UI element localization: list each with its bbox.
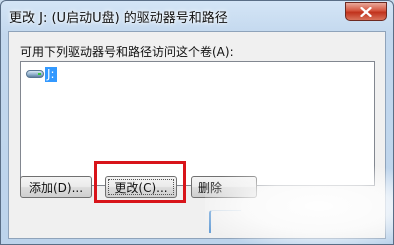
dialog-window: 更改 J: (U启动U盘) 的驱动器号和路径 可用下列驱动器号和路径访问这个卷(… (0, 0, 394, 245)
highlight-annotation (94, 161, 186, 203)
add-button[interactable]: 添加(D)... (20, 176, 92, 198)
watermark-blur (205, 166, 393, 244)
drive-icon (26, 68, 44, 80)
window-title: 更改 J: (U启动U盘) 的驱动器号和路径 (9, 11, 228, 26)
list-item[interactable]: J: (26, 66, 57, 82)
close-button[interactable] (345, 2, 387, 21)
title-bar[interactable]: 更改 J: (U启动U盘) 的驱动器号和路径 (1, 1, 393, 31)
list-item-label: J: (45, 66, 57, 82)
volume-list-label: 可用下列驱动器号和路径访问这个卷(A): (20, 45, 234, 59)
close-icon (360, 6, 372, 17)
dialog-body: 可用下列驱动器号和路径访问这个卷(A): J: 添加(D)... 更改(C)..… (8, 31, 393, 244)
